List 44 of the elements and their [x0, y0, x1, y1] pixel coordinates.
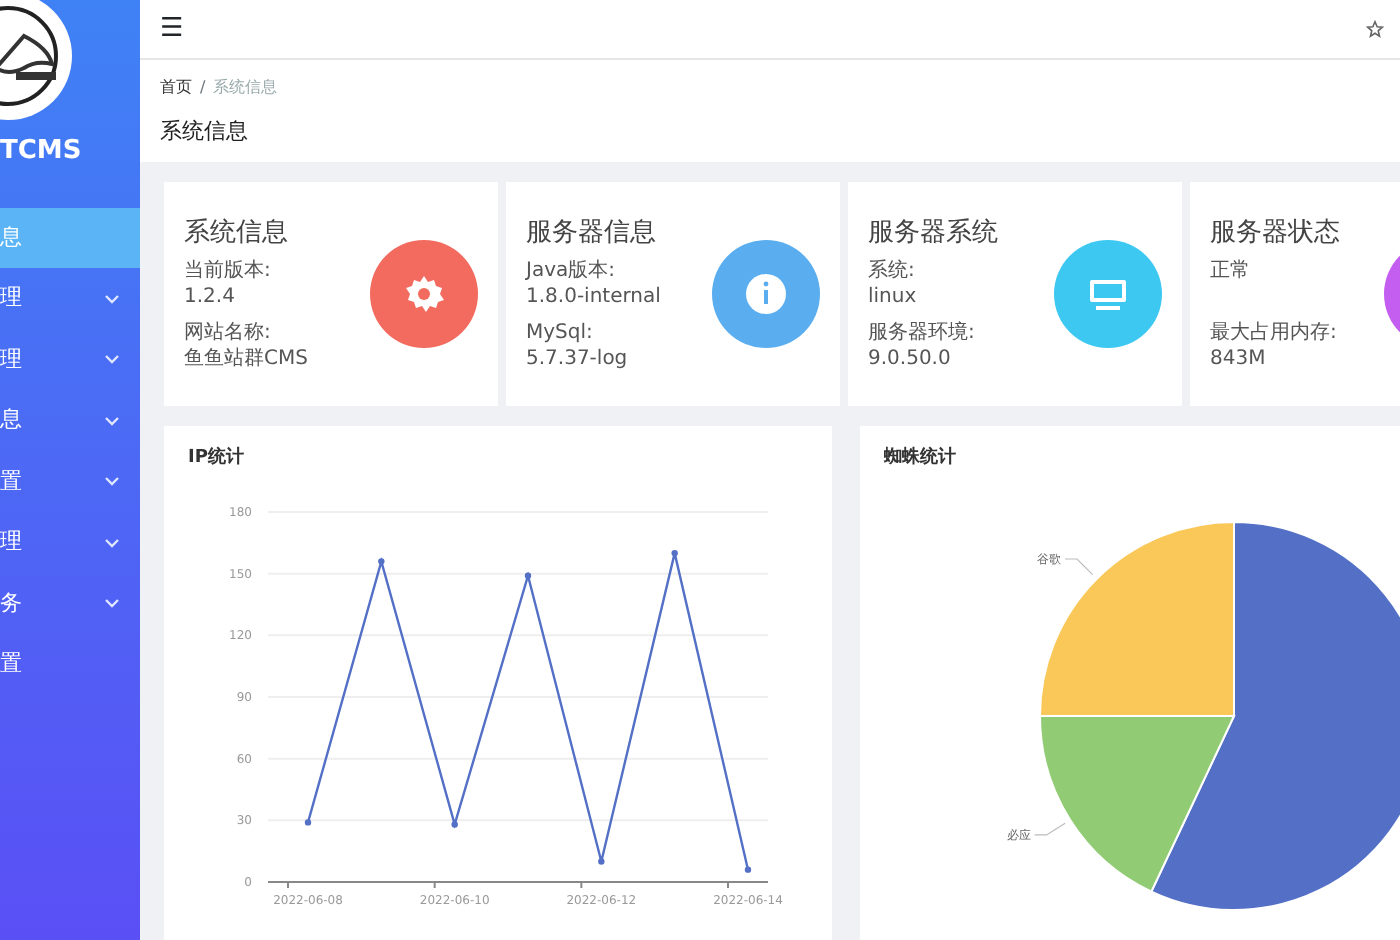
card-title: 系统信息 [184, 216, 290, 253]
info-text: 网站名称: [184, 319, 273, 346]
data-point [304, 819, 312, 826]
info-text: 正常 [1210, 257, 1252, 284]
data-point [671, 549, 678, 557]
info-text: MySql: [526, 319, 595, 346]
info-text: 843M [1210, 345, 1268, 372]
info-text: 服务器环境: [868, 319, 977, 346]
menu-icon[interactable]: ☰ [160, 16, 184, 42]
sidebar-item[interactable]: 息 [0, 390, 140, 451]
info-text: linux [868, 283, 919, 310]
info-text: 当前版本: [184, 257, 273, 284]
data-point [378, 558, 385, 565]
breadcrumb-separator: / [200, 76, 206, 100]
card-title: 服务器状态 [1210, 216, 1340, 253]
sidebar-item[interactable]: 置 [0, 451, 140, 512]
info-text: Java版本: [526, 257, 617, 284]
brand-name: TCMS [0, 134, 84, 170]
data-point [744, 866, 752, 873]
sidebar-item[interactable]: 务 [0, 573, 140, 634]
sidebar-item[interactable]: 置 [0, 634, 140, 695]
info-text: 1.2.4 [184, 283, 237, 310]
data-point [598, 858, 605, 865]
card-title: 服务器系统 [868, 216, 998, 253]
star-icon[interactable] [1366, 20, 1384, 38]
card-title: 服务器信息 [526, 216, 658, 253]
info-text: 1.8.0-internal [526, 283, 661, 310]
info-text: 系统: [868, 257, 917, 284]
chart-title: 蜘蛛统计 [884, 445, 958, 471]
sidebar-item[interactable]: 理 [0, 512, 140, 573]
sidebar-item[interactable]: 理 [0, 329, 140, 390]
data-point [524, 572, 532, 579]
breadcrumb-link[interactable]: 首页 [160, 76, 192, 100]
data-point [451, 821, 458, 828]
info-text: 鱼鱼站群CMS [184, 345, 308, 372]
breadcrumb-link[interactable]: 系统信息 [213, 76, 278, 100]
info-text: 最大占用内存: [1210, 319, 1339, 346]
leader-line [1033, 822, 1066, 836]
info-text: 9.0.50.0 [868, 345, 953, 372]
page-title: 系统信息 [160, 116, 250, 148]
sidebar-item[interactable]: 理 [0, 268, 140, 329]
chart-title: IP统计 [188, 445, 246, 471]
info-text: 5.7.37-log [526, 345, 630, 372]
leader-line [1064, 558, 1094, 576]
